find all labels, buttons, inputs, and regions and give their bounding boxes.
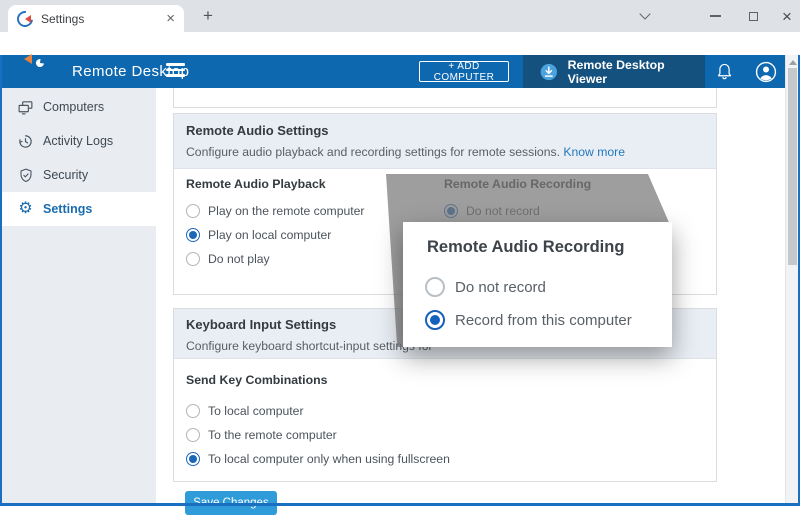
shield-check-icon (17, 167, 34, 184)
tab-close-icon[interactable]: × (166, 11, 175, 26)
radio-icon[interactable] (425, 277, 445, 297)
computers-icon (17, 99, 34, 116)
radio-icon[interactable] (186, 204, 200, 218)
browser-tab[interactable]: Settings × (8, 5, 184, 32)
radio-icon-selected[interactable] (186, 452, 200, 466)
radio-icon[interactable] (186, 428, 200, 442)
menu-hamburger-icon[interactable] (166, 63, 185, 80)
window-close-button[interactable]: × (772, 0, 800, 32)
notifications-bell-icon[interactable] (710, 55, 738, 88)
radio-local-fullscreen[interactable]: To local computer only when using fullsc… (186, 452, 450, 466)
window-restore-button[interactable] (738, 0, 768, 32)
keyboard-section-title: Keyboard Input Settings (186, 317, 336, 332)
partial-card-top (173, 88, 717, 108)
radio-icon-selected[interactable] (186, 228, 200, 242)
magnifier-popup: Remote Audio Recording Do not record Rec… (403, 222, 672, 347)
history-clock-icon (17, 133, 34, 150)
browser-tabstrip: Settings × + × (0, 0, 800, 32)
popup-radio-record-from-computer[interactable]: Record from this computer (425, 310, 632, 330)
page-scrollbar[interactable] (785, 55, 798, 506)
sidebar-item-computers[interactable]: Computers (0, 90, 156, 124)
sidebar-item-settings[interactable]: ⚙ Settings (0, 192, 156, 226)
sidebar: Computers Activity Logs Security ⚙ Setti… (0, 88, 156, 506)
new-tab-button[interactable]: + (196, 4, 220, 28)
site-favicon (17, 11, 33, 27)
radio-play-local[interactable]: Play on local computer (186, 228, 331, 242)
popup-radio-do-not-record[interactable]: Do not record (425, 277, 546, 297)
download-icon (539, 62, 559, 82)
radio-icon[interactable] (186, 252, 200, 266)
scrollbar-thumb[interactable] (788, 68, 797, 265)
browser-addressbar: ← → app.remotedesktop.com/settings ☆ ⋮ (0, 32, 800, 55)
radio-do-not-play[interactable]: Do not play (186, 252, 270, 266)
know-more-link[interactable]: Know more (563, 145, 625, 159)
send-key-group-title: Send Key Combinations (186, 373, 327, 387)
window-minimize-button[interactable] (700, 0, 730, 32)
window-border-left (0, 55, 2, 506)
sidebar-item-activity-logs[interactable]: Activity Logs (0, 124, 156, 158)
audio-section-title: Remote Audio Settings (186, 123, 329, 138)
radio-icon[interactable] (186, 404, 200, 418)
add-computer-button[interactable]: + ADD COMPUTER (419, 61, 509, 82)
remote-desktop-viewer-button[interactable]: Remote Desktop Viewer (523, 55, 705, 88)
playback-group-title: Remote Audio Playback (186, 177, 326, 191)
tab-title: Settings (41, 12, 166, 26)
radio-to-local[interactable]: To local computer (186, 404, 304, 418)
radio-icon-selected[interactable] (425, 310, 445, 330)
keyboard-section-description: Configure keyboard shortcut-input settin… (186, 339, 433, 353)
sidebar-item-security[interactable]: Security (0, 158, 156, 192)
popup-title: Remote Audio Recording (427, 238, 624, 257)
viewer-label: Remote Desktop Viewer (568, 58, 705, 86)
radio-play-remote[interactable]: Play on the remote computer (186, 204, 365, 218)
audio-section-description: Configure audio playback and recording s… (186, 145, 625, 159)
account-avatar-icon[interactable] (750, 55, 782, 88)
tab-search-chevron-icon[interactable] (630, 0, 660, 32)
scrollbar-up-arrow[interactable] (789, 60, 797, 65)
radio-to-remote[interactable]: To the remote computer (186, 428, 337, 442)
audio-section-header: Remote Audio Settings Configure audio pl… (174, 114, 716, 169)
gear-icon: ⚙ (17, 201, 34, 218)
